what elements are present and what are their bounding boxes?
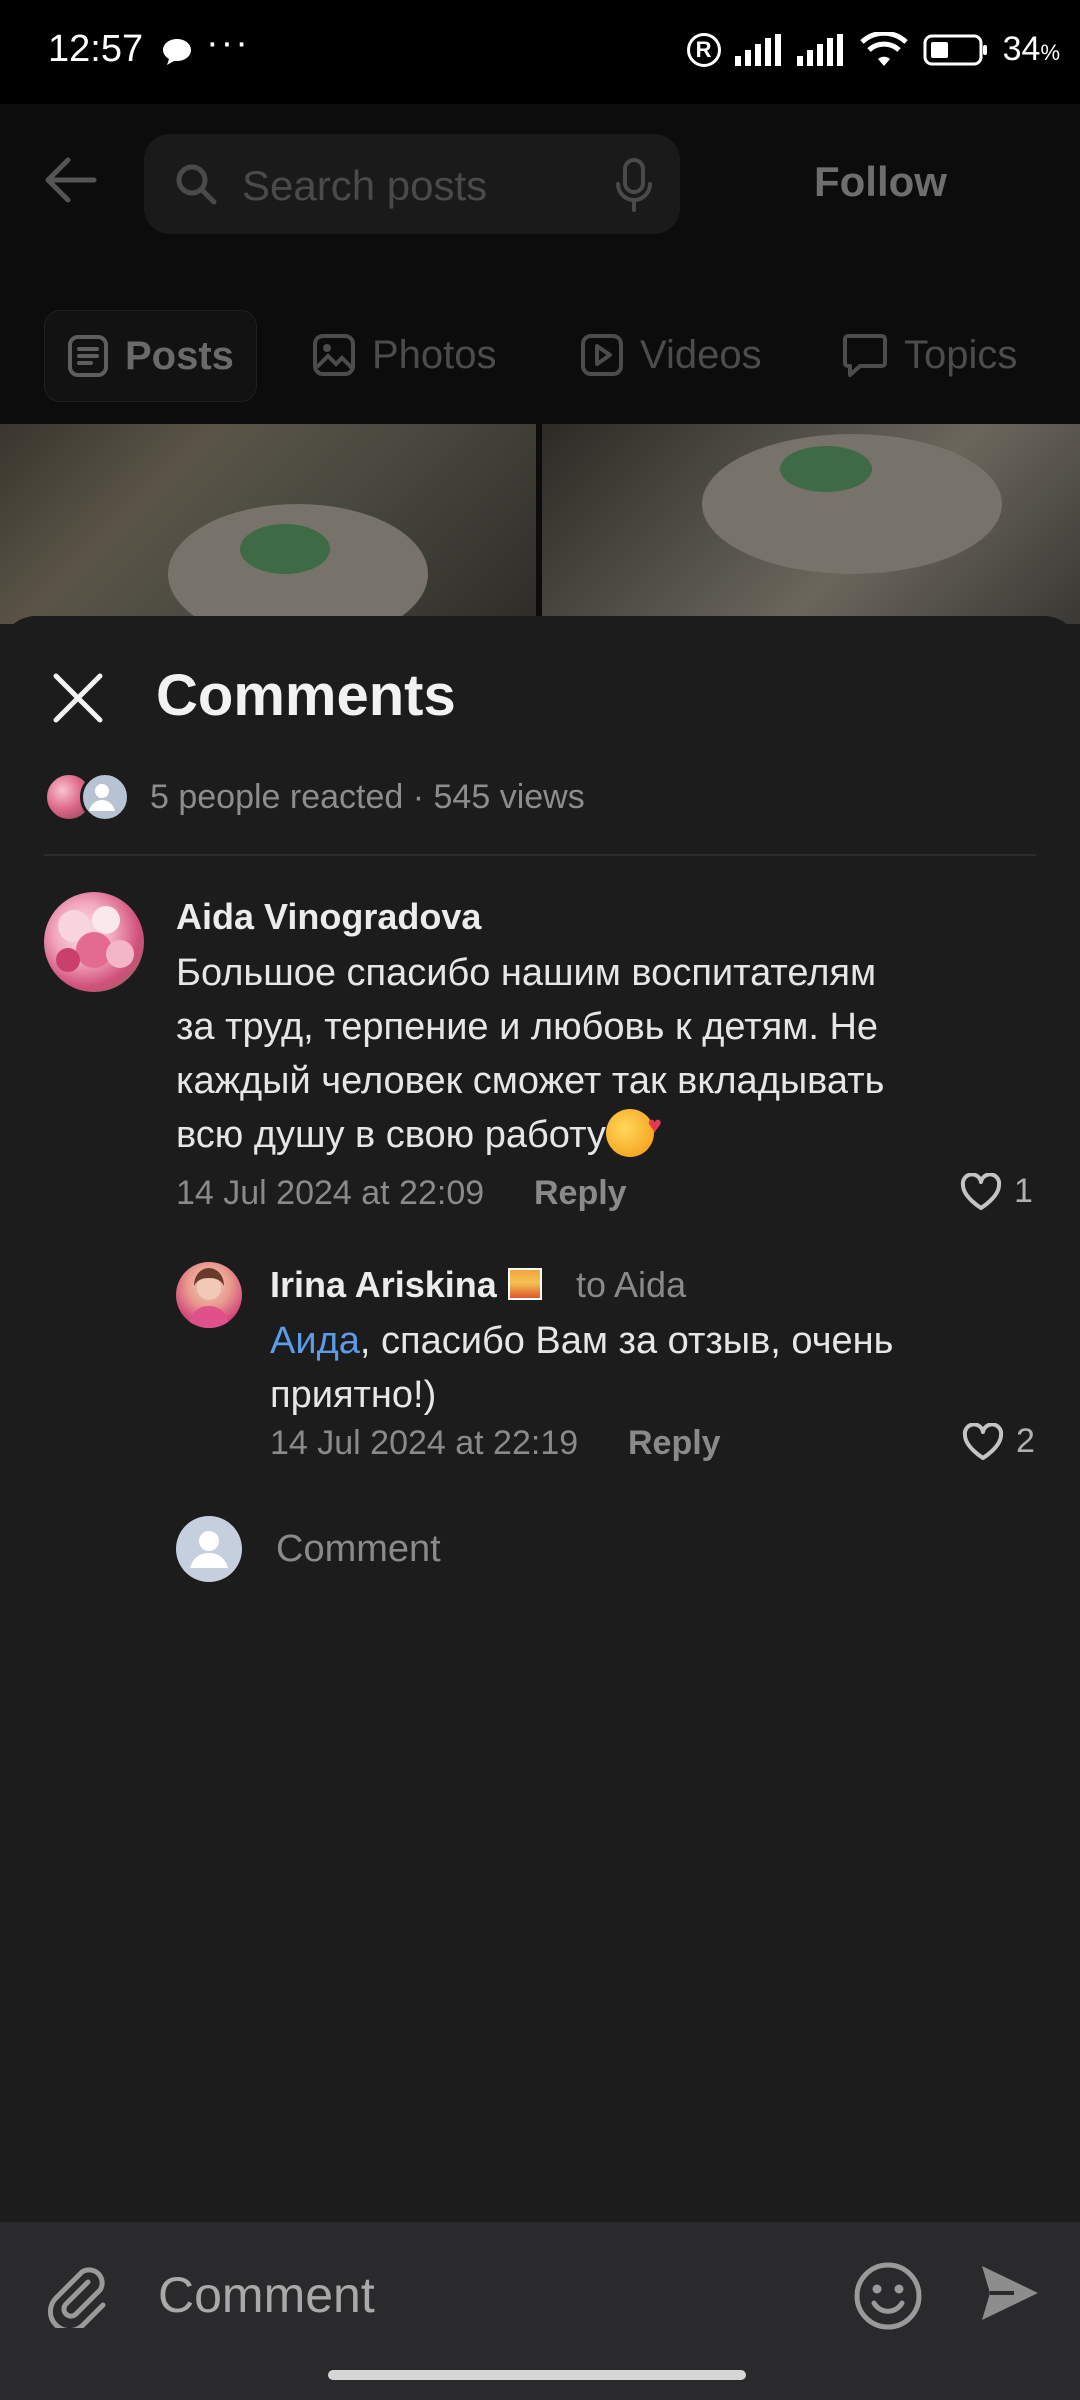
sunset-emoji-icon bbox=[508, 1268, 542, 1300]
comment-input[interactable]: Comment bbox=[158, 2266, 375, 2324]
tab-label: Videos bbox=[640, 332, 762, 377]
background-page: Search posts Follow Posts Photos Videos … bbox=[0, 104, 1080, 624]
reactions-text: 5 people reacted · 545 views bbox=[150, 777, 585, 816]
send-icon[interactable] bbox=[978, 2262, 1042, 2324]
mention-link[interactable]: Аида bbox=[270, 1320, 360, 1362]
current-user-avatar bbox=[176, 1516, 242, 1582]
battery-percent: 34% bbox=[1002, 30, 1060, 68]
post-photo-1[interactable] bbox=[0, 424, 536, 624]
tab-label: Topics bbox=[904, 332, 1018, 377]
reply-to[interactable]: to Aida bbox=[576, 1264, 686, 1306]
reactor-avatar-placeholder bbox=[80, 772, 130, 822]
heart-icon bbox=[960, 1172, 1002, 1210]
comment-text: Аида, спасибо Вам за отзыв, очень приятн… bbox=[270, 1320, 894, 1416]
topics-icon bbox=[843, 334, 887, 377]
videos-icon bbox=[581, 334, 623, 376]
posts-icon bbox=[68, 335, 108, 377]
status-indicators: R 34% bbox=[686, 30, 1060, 69]
reply-button[interactable]: Reply bbox=[534, 1174, 627, 1213]
status-bar: 12:57 ··· R 34% bbox=[0, 0, 1080, 104]
back-arrow-icon[interactable] bbox=[42, 154, 98, 206]
avatar-irina[interactable] bbox=[176, 1262, 242, 1328]
chat-notification-icon bbox=[163, 39, 191, 65]
tab-posts[interactable]: Posts bbox=[44, 310, 257, 402]
content-tabs: Posts Photos Videos Topics bbox=[0, 310, 1080, 402]
avatar-aida[interactable] bbox=[44, 892, 144, 992]
sheet-title: Comments bbox=[156, 663, 456, 728]
reactions-summary[interactable]: 5 people reacted · 545 views bbox=[44, 772, 585, 822]
comment-text: Большое спасибо нашим воспитателям за тр… bbox=[176, 946, 1036, 1162]
tab-label: Posts bbox=[125, 333, 234, 378]
photos-icon bbox=[313, 334, 355, 376]
like-button[interactable]: 2 bbox=[962, 1422, 1035, 1461]
tab-videos[interactable]: Videos bbox=[580, 310, 762, 400]
search-input[interactable]: Search posts bbox=[242, 162, 487, 210]
divider bbox=[44, 854, 1036, 856]
like-count: 1 bbox=[1014, 1172, 1033, 1210]
comment-author[interactable]: Irina Ariskina bbox=[270, 1264, 497, 1306]
paperclip-icon[interactable] bbox=[44, 2262, 110, 2328]
tab-label: Photos bbox=[372, 332, 497, 377]
comment-date: 14 Jul 2024 at 22:19 bbox=[270, 1424, 579, 1462]
registered-icon: R bbox=[686, 32, 721, 67]
post-photo-2[interactable] bbox=[542, 424, 1080, 624]
comment-author[interactable]: Aida Vinogradova bbox=[176, 896, 481, 938]
follow-button[interactable]: Follow bbox=[814, 158, 947, 206]
smiling-face-with-hearts-icon bbox=[605, 1099, 662, 1157]
search-bar[interactable]: Search posts bbox=[144, 134, 680, 234]
reply-button[interactable]: Reply bbox=[628, 1424, 721, 1463]
tab-topics[interactable]: Topics bbox=[842, 310, 1017, 400]
heart-icon bbox=[962, 1422, 1004, 1460]
status-time: 12:57 bbox=[48, 28, 144, 70]
search-icon bbox=[176, 164, 217, 205]
tab-photos[interactable]: Photos bbox=[312, 310, 497, 400]
battery-icon bbox=[923, 34, 987, 65]
home-indicator[interactable] bbox=[328, 2370, 746, 2380]
like-count: 2 bbox=[1016, 1422, 1035, 1460]
like-button[interactable]: 1 bbox=[960, 1172, 1033, 1211]
wifi-icon bbox=[859, 31, 908, 66]
close-icon[interactable] bbox=[50, 670, 106, 726]
signal-icon-2 bbox=[796, 33, 843, 66]
emoji-icon[interactable] bbox=[852, 2260, 924, 2332]
more-notifications-icon: ··· bbox=[206, 22, 250, 64]
signal-icon bbox=[734, 33, 781, 66]
microphone-icon[interactable] bbox=[614, 158, 654, 212]
comments-sheet: Comments 5 people reacted · 545 views Ai… bbox=[0, 616, 1080, 2400]
inline-comment-input[interactable]: Comment bbox=[276, 1528, 441, 1571]
comment-date: 14 Jul 2024 at 22:09 bbox=[176, 1174, 485, 1212]
